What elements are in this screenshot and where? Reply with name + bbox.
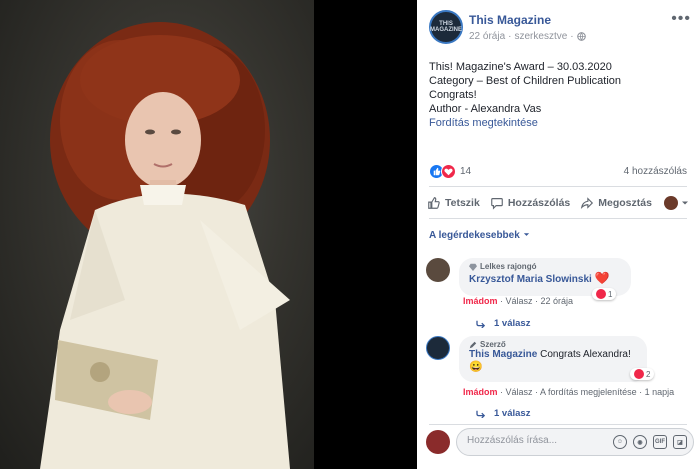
commenter-avatar[interactable] xyxy=(426,258,450,282)
comment-actions: Imádom · Válasz · 22 órája xyxy=(463,296,574,306)
post-actions: Tetszik Hozzászólás Megosztás xyxy=(427,192,689,214)
gif-icon[interactable]: GIF xyxy=(653,435,667,449)
view-replies-link[interactable]: 1 válasz xyxy=(476,408,530,419)
post-line: Author - Alexandra Vas xyxy=(429,103,542,115)
thumbs-up-icon xyxy=(428,197,440,209)
comment-reaction[interactable]: 1 xyxy=(592,288,617,300)
comment-actions: Imádom · Válasz · A fordítás megjeleníté… xyxy=(463,387,675,397)
reply-button[interactable]: Válasz xyxy=(506,387,533,397)
reply-arrow-icon xyxy=(476,410,486,418)
like-button[interactable]: Tetszik xyxy=(427,196,480,210)
reply-button[interactable]: Válasz xyxy=(506,296,533,306)
reactions-summary[interactable]: 14 4 hozzászólás xyxy=(429,164,687,180)
divider xyxy=(429,218,687,219)
page-name-link[interactable]: This Magazine xyxy=(469,13,551,27)
chevron-down-icon xyxy=(682,201,688,205)
comment-button[interactable]: Hozzászólás xyxy=(490,196,570,210)
fan-badge[interactable]: Lelkes rajongó xyxy=(469,262,621,271)
post-time[interactable]: 22 órája xyxy=(469,31,505,42)
diamond-icon xyxy=(469,263,477,271)
comment-bubble: Szerző This Magazine Congrats Alexandra!… xyxy=(459,336,647,382)
post-body: This! Magazine's Award – 30.03.2020 Cate… xyxy=(429,60,689,130)
comment-time[interactable]: 1 napja xyxy=(645,387,675,397)
pen-icon xyxy=(469,341,477,348)
edited-label[interactable]: szerkesztve xyxy=(514,31,567,42)
photo-illustration xyxy=(40,22,290,469)
comment-composer: ☺ ◉ GIF ◪ xyxy=(426,428,696,456)
post-panel: THIS MAGAZINE This Magazine 22 órája · s… xyxy=(417,0,700,469)
page-avatar-small[interactable] xyxy=(426,336,450,360)
composer-tools: ☺ ◉ GIF ◪ xyxy=(613,435,687,449)
page-avatar-text: THIS MAGAZINE xyxy=(430,21,462,33)
comment-reaction[interactable]: 2 xyxy=(630,368,655,380)
more-options-icon[interactable]: ••• xyxy=(671,10,691,28)
comment-time[interactable]: 22 órája xyxy=(541,296,574,306)
commenter-name[interactable]: Krzysztof Maria Slowinski ❤️ xyxy=(469,271,621,285)
divider xyxy=(429,186,687,187)
love-comment-button[interactable]: Imádom xyxy=(463,387,498,397)
my-avatar-small xyxy=(664,196,678,210)
post-header: THIS MAGAZINE This Magazine 22 órája · s… xyxy=(429,10,691,46)
globe-icon xyxy=(576,32,586,41)
share-button[interactable]: Megosztás xyxy=(580,196,652,210)
camera-icon[interactable]: ◉ xyxy=(633,435,647,449)
divider xyxy=(429,424,687,425)
comment-text: Congrats Alexandra! xyxy=(540,349,631,360)
post-line: Category – Best of Children Publication xyxy=(429,75,621,87)
comment-item: Lelkes rajongó Krzysztof Maria Slowinski… xyxy=(426,258,686,329)
comment-sort-dropdown[interactable]: A legérdekesebbek xyxy=(429,230,530,241)
post-line: This! Magazine's Award – 30.03.2020 xyxy=(429,61,612,73)
post-photo[interactable] xyxy=(0,0,314,469)
love-reaction-icon xyxy=(596,289,606,299)
chevron-down-icon xyxy=(523,233,529,236)
reaction-count: 14 xyxy=(460,166,472,177)
love-comment-button[interactable]: Imádom xyxy=(463,296,498,306)
sticker-icon[interactable]: ◪ xyxy=(673,435,687,449)
translate-link[interactable]: Fordítás megtekintése xyxy=(429,116,689,130)
comment-text: ❤️ xyxy=(594,271,610,285)
post-line: Congrats! xyxy=(429,89,477,101)
photo-viewer xyxy=(0,0,417,469)
view-replies-link[interactable]: 1 válasz xyxy=(476,318,530,329)
comment-icon xyxy=(491,198,503,210)
commenter-name[interactable]: This Magazine Congrats Alexandra! xyxy=(469,349,637,360)
page-avatar[interactable]: THIS MAGAZINE xyxy=(429,10,463,44)
author-badge[interactable]: Szerző xyxy=(469,340,637,349)
comment-input-box[interactable]: ☺ ◉ GIF ◪ xyxy=(456,428,694,456)
comment-item: Szerző This Magazine Congrats Alexandra!… xyxy=(426,336,686,422)
comment-emoji: 😀 xyxy=(469,361,483,373)
post-meta: 22 órája · szerkesztve · xyxy=(469,31,586,42)
love-reaction-icon xyxy=(634,369,644,379)
share-icon xyxy=(581,197,594,210)
emoji-icon[interactable]: ☺ xyxy=(613,435,627,449)
love-reaction-icon xyxy=(441,164,456,179)
comment-count[interactable]: 4 hozzászólás xyxy=(624,166,687,177)
show-translation-link[interactable]: A fordítás megjelenítése xyxy=(540,387,637,397)
comment-input[interactable] xyxy=(467,435,617,446)
audience-selector[interactable] xyxy=(664,196,689,210)
reply-arrow-icon xyxy=(476,320,486,328)
my-avatar[interactable] xyxy=(426,430,450,454)
